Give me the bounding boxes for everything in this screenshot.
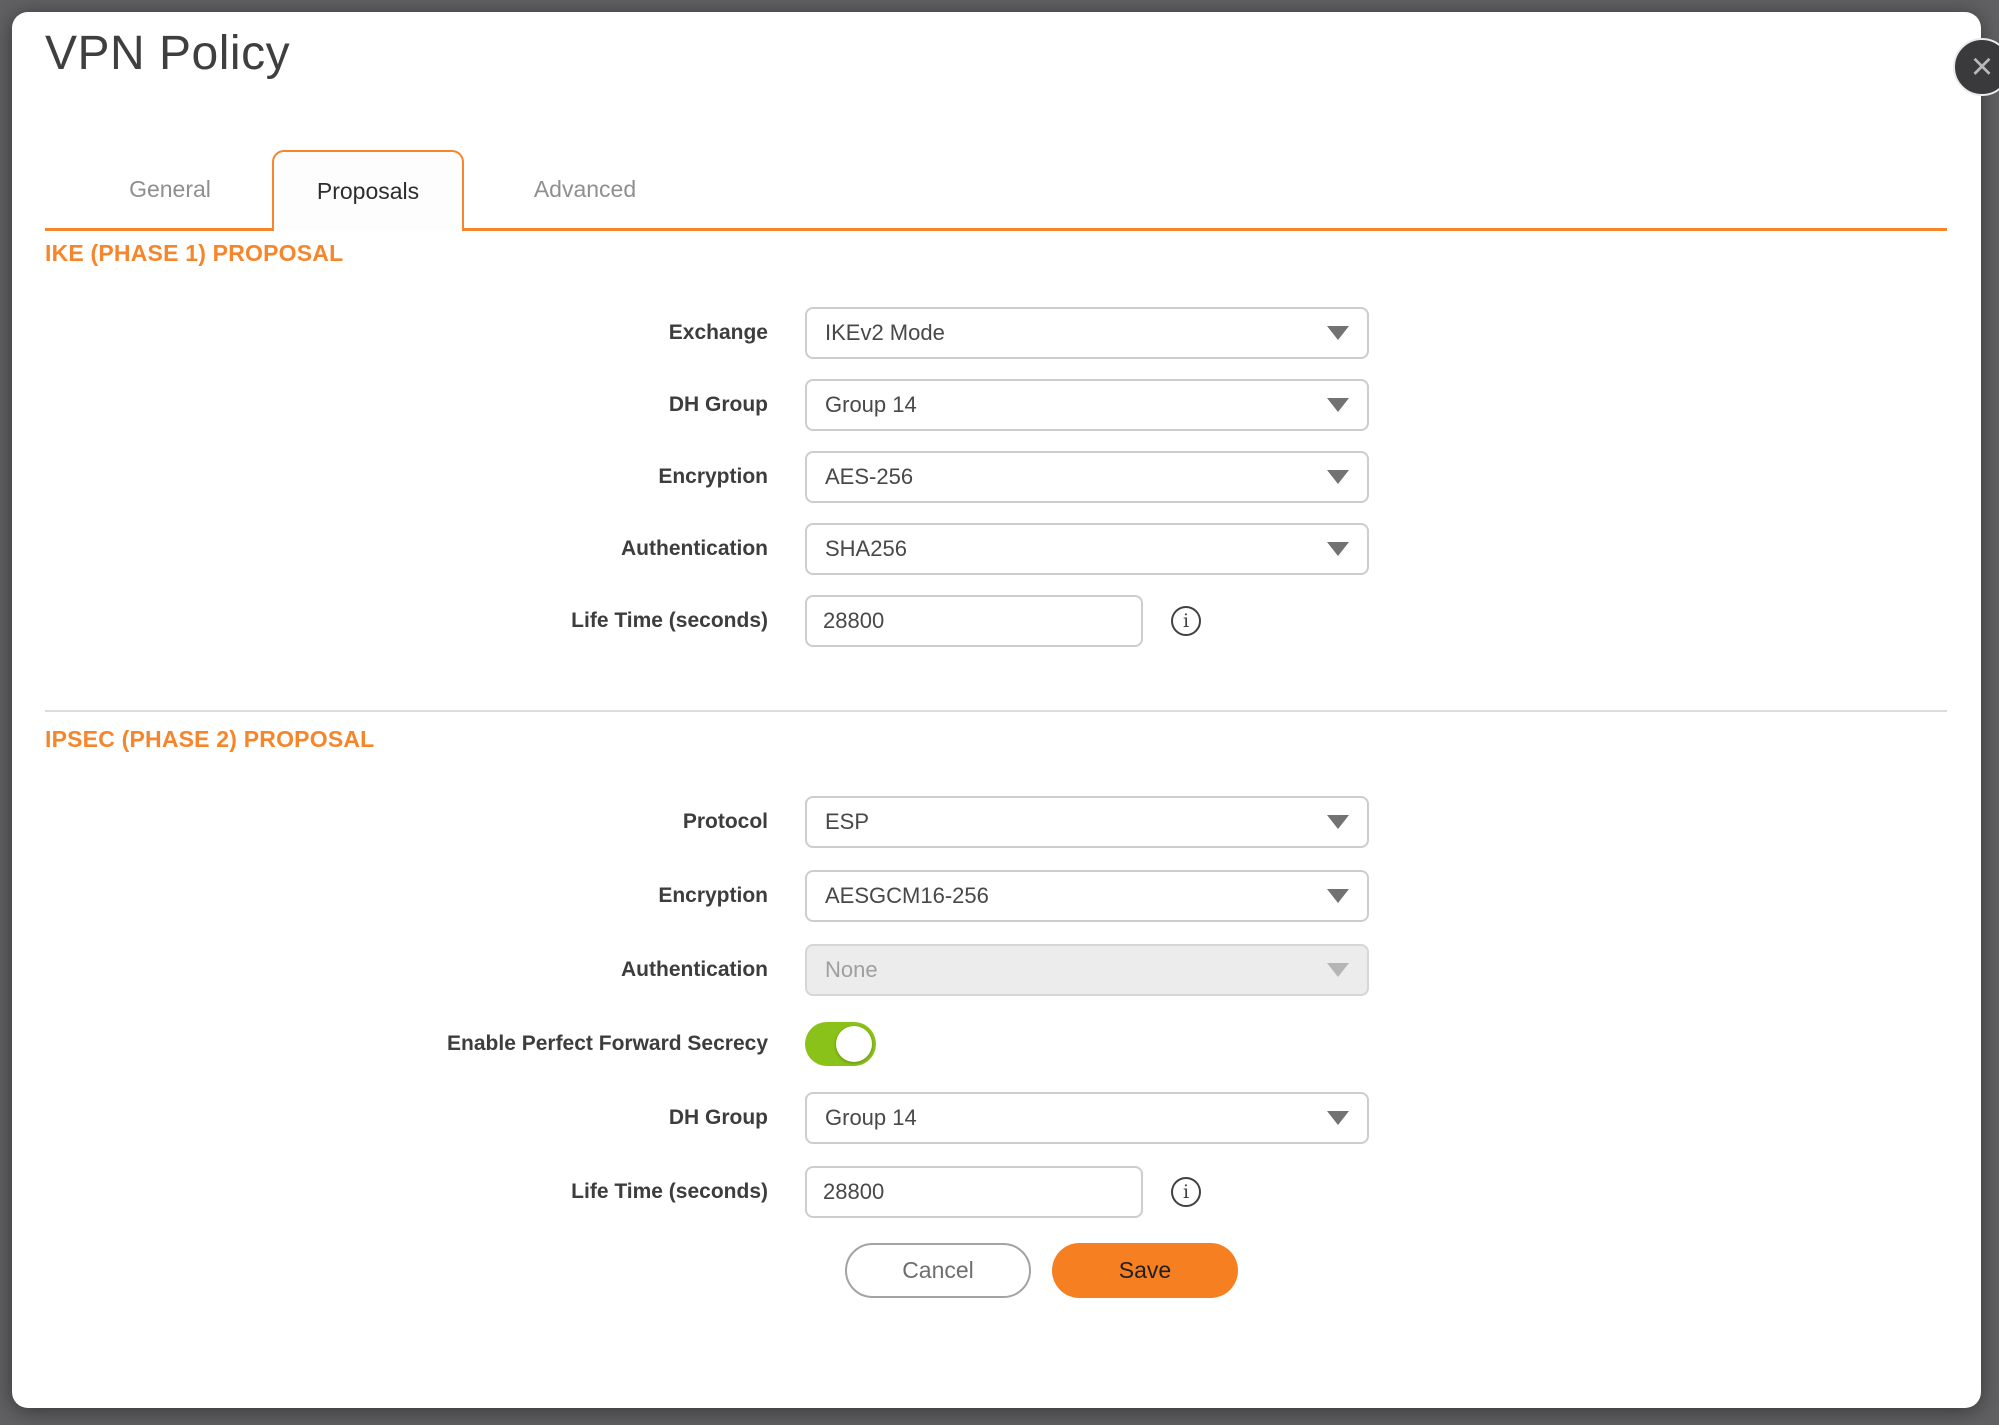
cancel-button[interactable]: Cancel xyxy=(845,1243,1031,1298)
authentication-phase2-label: Authentication xyxy=(45,958,805,982)
toggle-knob xyxy=(836,1026,872,1062)
close-button[interactable]: × xyxy=(1953,38,1999,96)
encryption-dropdown[interactable]: AES-256 xyxy=(805,451,1369,503)
exchange-dropdown[interactable]: IKEv2 Mode xyxy=(805,307,1369,359)
encryption-label: Encryption xyxy=(45,465,805,489)
dropdown-value: Group 14 xyxy=(825,392,917,418)
ipsec-phase2-heading: IPSEC (PHASE 2) PROPOSAL xyxy=(45,726,374,753)
form-row-authentication-phase2: Authentication None xyxy=(45,944,1369,996)
authentication-label: Authentication xyxy=(45,537,805,561)
dh-group-phase2-label: DH Group xyxy=(45,1106,805,1130)
info-icon[interactable]: i xyxy=(1171,606,1201,636)
dropdown-value: ESP xyxy=(825,809,869,835)
vpn-policy-dialog: VPN Policy × General Proposals Advanced … xyxy=(12,12,1981,1408)
authentication-phase2-dropdown: None xyxy=(805,944,1369,996)
form-row-life-time: Life Time (seconds) i xyxy=(45,595,1201,647)
chevron-down-icon xyxy=(1327,1111,1349,1125)
tab-advanced[interactable]: Advanced xyxy=(465,150,705,228)
tab-bar: General Proposals Advanced xyxy=(45,150,1947,231)
protocol-dropdown[interactable]: ESP xyxy=(805,796,1369,848)
form-row-protocol: Protocol ESP xyxy=(45,796,1369,848)
form-row-dh-group: DH Group Group 14 xyxy=(45,379,1369,431)
dropdown-value: None xyxy=(825,957,878,983)
chevron-down-icon xyxy=(1327,815,1349,829)
protocol-label: Protocol xyxy=(45,810,805,834)
pfs-toggle[interactable] xyxy=(805,1022,876,1066)
encryption-phase2-label: Encryption xyxy=(45,884,805,908)
encryption-phase2-dropdown[interactable]: AESGCM16-256 xyxy=(805,870,1369,922)
life-time-input[interactable] xyxy=(805,595,1143,647)
section-divider xyxy=(45,710,1947,712)
chevron-down-icon xyxy=(1327,398,1349,412)
dropdown-value: AES-256 xyxy=(825,464,913,490)
chevron-down-icon xyxy=(1327,326,1349,340)
dh-group-label: DH Group xyxy=(45,393,805,417)
form-row-authentication: Authentication SHA256 xyxy=(45,523,1369,575)
form-row-dh-group-phase2: DH Group Group 14 xyxy=(45,1092,1369,1144)
dropdown-value: Group 14 xyxy=(825,1105,917,1131)
chevron-down-icon xyxy=(1327,542,1349,556)
form-row-pfs: Enable Perfect Forward Secrecy xyxy=(45,1018,876,1070)
chevron-down-icon xyxy=(1327,963,1349,977)
form-row-encryption-phase2: Encryption AESGCM16-256 xyxy=(45,870,1369,922)
exchange-label: Exchange xyxy=(45,321,805,345)
life-time-phase2-label: Life Time (seconds) xyxy=(45,1180,805,1204)
ike-phase1-heading: IKE (PHASE 1) PROPOSAL xyxy=(45,240,343,267)
info-icon[interactable]: i xyxy=(1171,1177,1201,1207)
life-time-label: Life Time (seconds) xyxy=(45,609,805,633)
close-icon: × xyxy=(1971,48,1993,86)
save-button[interactable]: Save xyxy=(1052,1243,1238,1298)
tab-proposals[interactable]: Proposals xyxy=(272,150,464,231)
dropdown-value: IKEv2 Mode xyxy=(825,320,945,346)
form-row-encryption: Encryption AES-256 xyxy=(45,451,1369,503)
life-time-phase2-input[interactable] xyxy=(805,1166,1143,1218)
tab-general[interactable]: General xyxy=(65,150,275,228)
info-glyph: i xyxy=(1183,610,1189,632)
dh-group-phase2-dropdown[interactable]: Group 14 xyxy=(805,1092,1369,1144)
chevron-down-icon xyxy=(1327,889,1349,903)
form-row-exchange: Exchange IKEv2 Mode xyxy=(45,307,1369,359)
form-row-life-time-phase2: Life Time (seconds) i xyxy=(45,1166,1201,1218)
pfs-label: Enable Perfect Forward Secrecy xyxy=(45,1032,805,1056)
authentication-dropdown[interactable]: SHA256 xyxy=(805,523,1369,575)
dropdown-value: AESGCM16-256 xyxy=(825,883,989,909)
chevron-down-icon xyxy=(1327,470,1349,484)
page-title: VPN Policy xyxy=(45,26,290,81)
info-glyph: i xyxy=(1183,1181,1189,1203)
dropdown-value: SHA256 xyxy=(825,536,907,562)
dh-group-dropdown[interactable]: Group 14 xyxy=(805,379,1369,431)
